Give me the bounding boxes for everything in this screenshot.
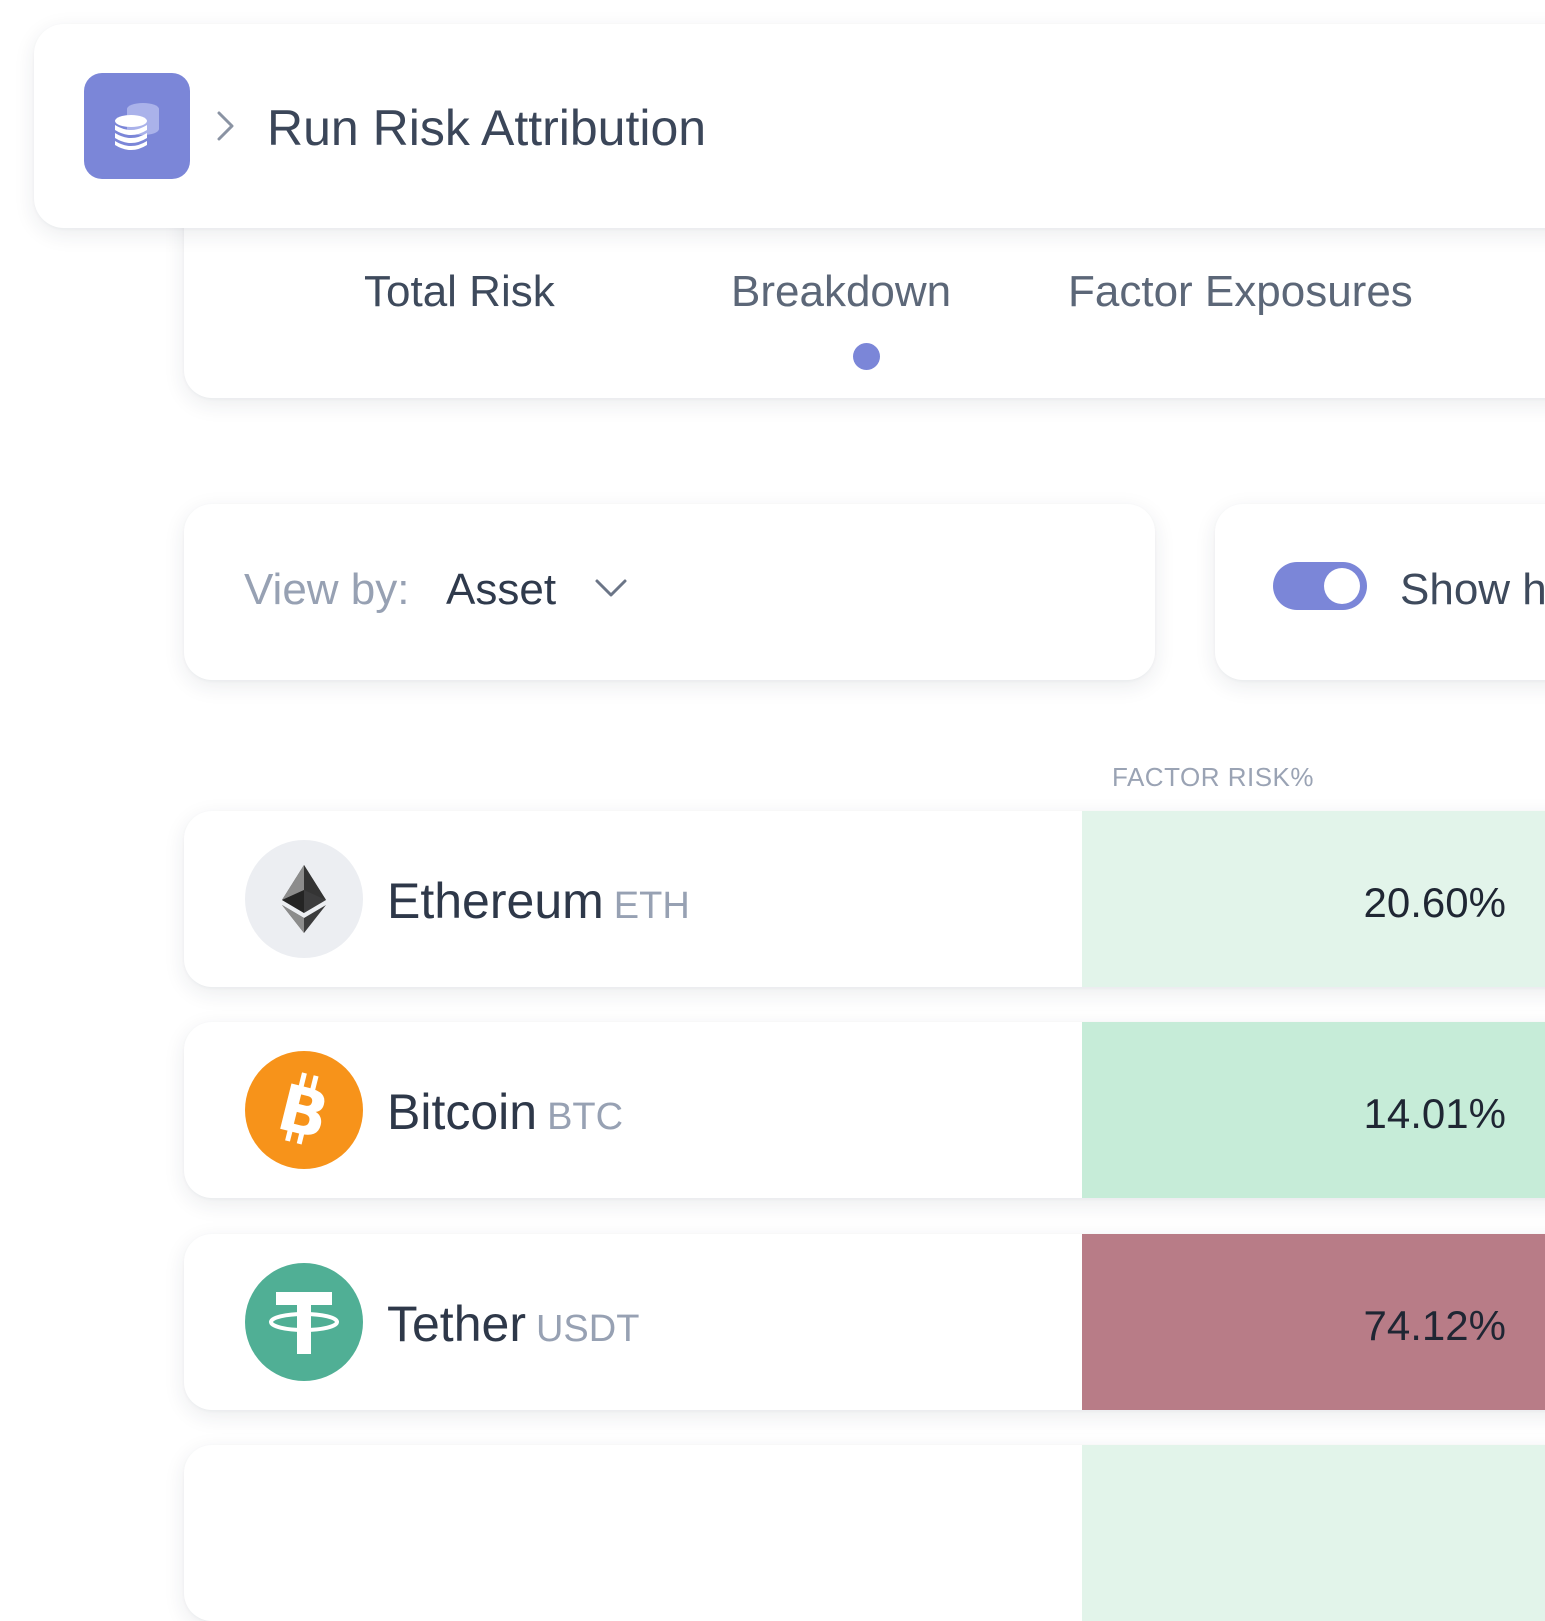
page-title: Run Risk Attribution: [267, 100, 707, 156]
active-tab-indicator: [853, 343, 880, 370]
bitcoin-icon: B: [245, 1051, 363, 1169]
asset-ticker: USDT: [535, 1308, 640, 1350]
toggle-label: Show h: [1400, 565, 1545, 614]
column-header-factor-risk: FACTOR RISK%: [1112, 762, 1315, 792]
chevron-down-icon[interactable]: [594, 576, 628, 600]
factor-risk-cell: 20.60%: [1082, 811, 1545, 987]
factor-risk-cell: 14.01%: [1082, 1022, 1545, 1198]
view-by-value[interactable]: Asset: [446, 562, 556, 618]
tab-total-risk[interactable]: Total Risk: [364, 264, 555, 320]
asset-name: Bitcoin: [387, 1084, 538, 1140]
factor-risk-cell: 74.12%: [1082, 1234, 1545, 1410]
factor-risk-value: 14.01%: [1363, 1090, 1506, 1137]
factor-risk-cell: [1082, 1445, 1545, 1621]
view-by-label: View by:: [244, 565, 410, 614]
toggle-knob: [1324, 568, 1360, 604]
coins-stack-icon[interactable]: [84, 73, 190, 179]
asset-ticker: ETH: [613, 885, 690, 927]
asset-name: Ethereum: [387, 873, 604, 929]
asset-name: Tether: [387, 1296, 526, 1352]
factor-risk-value: 20.60%: [1363, 879, 1506, 926]
ethereum-icon: [245, 840, 363, 958]
chevron-right-icon: [217, 111, 234, 141]
asset-row-tether[interactable]: Tether USDT 74.12%: [184, 1234, 1545, 1410]
show-toggle-card: Show h: [1215, 504, 1545, 680]
view-by-dropdown[interactable]: View by: Asset: [184, 504, 1155, 680]
toggle-switch[interactable]: [1273, 562, 1367, 610]
factor-risk-value: 74.12%: [1363, 1302, 1506, 1349]
asset-row-ethereum[interactable]: Ethereum ETH 20.60%: [184, 811, 1545, 987]
tabs-bar: Total Risk Breakdown Factor Exposures: [184, 200, 1545, 398]
tab-breakdown[interactable]: Breakdown: [731, 264, 951, 320]
tether-icon: [245, 1263, 363, 1381]
tab-factor-exposures[interactable]: Factor Exposures: [1068, 264, 1413, 320]
asset-ticker: BTC: [547, 1096, 624, 1138]
asset-row-bitcoin[interactable]: B Bitcoin BTC 14.01%: [184, 1022, 1545, 1198]
asset-row-partial[interactable]: [184, 1445, 1545, 1621]
page-header: Run Risk Attribution: [34, 24, 1545, 228]
